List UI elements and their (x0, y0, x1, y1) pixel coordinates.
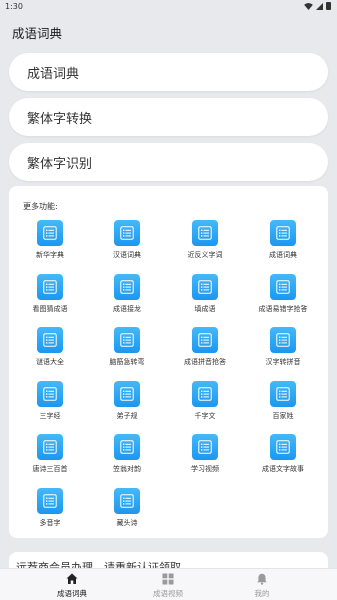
list-doc-icon (192, 434, 218, 460)
feature-item-label: 千字文 (194, 411, 216, 420)
feature-item[interactable]: 弟子规 (92, 380, 162, 431)
feature-item[interactable]: 成语文字故事 (248, 434, 318, 484)
status-icons (304, 2, 331, 10)
feature-item[interactable]: 成语接龙 (92, 273, 162, 324)
feature-item-label: 汉语词典 (113, 251, 141, 259)
nav-label-mine: 我的 (254, 589, 270, 598)
feature-item[interactable]: 成语易错字抢答 (248, 273, 318, 324)
traditional-convert-button[interactable]: 繁体字转换 (9, 98, 328, 136)
feature-item[interactable]: 汉字转拼音 (248, 327, 318, 377)
feature-item[interactable]: 百家姓 (248, 380, 318, 431)
feature-item-label: 成语易错字抢答 (258, 304, 308, 313)
list-doc-icon (37, 327, 63, 353)
feature-item[interactable]: 新华字典 (15, 220, 85, 270)
feature-item-label: 藏头诗 (116, 518, 138, 527)
feature-item[interactable]: 谜语大全 (15, 327, 85, 377)
feature-item-label: 成语接龙 (113, 304, 141, 313)
list-doc-icon (37, 273, 63, 300)
feature-item-label: 唐诗三百首 (32, 465, 68, 473)
nav-item-idiom-video[interactable]: 成语视频 (120, 572, 216, 600)
idiom-dictionary-button[interactable]: 成语词典 (9, 53, 328, 91)
list-doc-icon (192, 273, 218, 300)
feature-item[interactable]: 近反义字词 (170, 220, 240, 270)
list-doc-icon (114, 380, 140, 407)
feature-item[interactable]: 学习视频 (170, 434, 240, 484)
feature-item-label: 三字经 (39, 411, 61, 420)
app-bar: 成语词典 (0, 14, 337, 50)
traditional-recognize-button-label: 繁体字识别 (27, 157, 93, 172)
nav-item-idiom-dictionary[interactable]: 成语词典 (24, 572, 120, 600)
list-doc-icon (192, 327, 218, 353)
feature-item-label: 谜语大全 (36, 358, 64, 366)
feature-item-label: 学习视频 (191, 465, 219, 473)
signal-icon (316, 2, 323, 10)
feature-item[interactable]: 成语词典 (248, 220, 318, 270)
feature-item[interactable]: 成语拼音抢答 (170, 327, 240, 377)
feature-item[interactable]: 填成语 (170, 273, 240, 324)
feature-item[interactable]: 笠翁对韵 (92, 434, 162, 484)
list-doc-icon (37, 380, 63, 407)
feature-item-label: 填成语 (194, 304, 216, 313)
grid-icon (162, 573, 174, 585)
list-doc-icon (114, 487, 140, 514)
feature-item[interactable]: 汉语词典 (92, 220, 162, 270)
traditional-recognize-button[interactable]: 繁体字识别 (9, 143, 328, 181)
app-title: 成语词典 (12, 26, 63, 41)
status-bar: 1:30 (0, 0, 337, 14)
feature-item-label: 近反义字词 (187, 251, 223, 259)
bottom-nav: 成语词典 成语视频 我的 (0, 568, 337, 600)
feature-item[interactable]: 多音字 (15, 487, 85, 538)
feature-item[interactable]: 唐诗三百首 (15, 434, 85, 484)
list-doc-icon (37, 220, 63, 246)
feature-item[interactable]: 千字文 (170, 380, 240, 431)
feature-item[interactable]: 藏头诗 (92, 487, 162, 538)
list-doc-icon (270, 434, 296, 460)
feature-item[interactable]: 脑筋急转弯 (92, 327, 162, 377)
list-doc-icon (114, 434, 140, 460)
list-doc-icon (270, 220, 296, 246)
feature-item-label: 成语文字故事 (262, 465, 304, 473)
more-features-card: 更多功能: 新华字典 汉语词典 近反义字词 成语词典看图猜成语 成语接龙 填成语 成语易错字… (9, 186, 328, 538)
feature-item-label: 笠翁对韵 (113, 465, 141, 473)
feature-item[interactable]: 看图猜成语 (15, 273, 85, 324)
feature-item-label: 成语拼音抢答 (184, 358, 226, 366)
battery-icon (326, 2, 331, 10)
list-doc-icon (270, 380, 296, 407)
wifi-icon (304, 2, 313, 10)
feature-item-label: 脑筋急转弯 (109, 358, 145, 366)
list-doc-icon (270, 273, 296, 300)
list-doc-icon (270, 327, 296, 353)
more-features-title: 更多功能: (23, 202, 58, 211)
feature-item-label: 多音字 (39, 518, 61, 527)
nav-item-mine[interactable]: 我的 (214, 572, 310, 600)
feature-item-label: 弟子规 (116, 411, 138, 420)
idiom-dictionary-button-label: 成语词典 (27, 67, 80, 82)
list-doc-icon (114, 327, 140, 353)
nav-label-idiom-dictionary: 成语词典 (57, 589, 87, 598)
list-doc-icon (37, 487, 63, 514)
status-time: 1:30 (5, 2, 23, 11)
feature-item-label: 新华字典 (36, 251, 64, 259)
feature-item-label: 百家姓 (272, 411, 294, 420)
nav-label-idiom-video: 成语视频 (153, 589, 183, 598)
feature-item-label: 成语词典 (269, 251, 297, 259)
feature-item[interactable]: 三字经 (15, 380, 85, 431)
list-doc-icon (114, 220, 140, 246)
list-doc-icon (114, 273, 140, 300)
bell-icon (257, 573, 267, 585)
feature-item-label: 看图猜成语 (32, 304, 68, 313)
list-doc-icon (37, 434, 63, 460)
list-doc-icon (192, 380, 218, 407)
list-doc-icon (192, 220, 218, 246)
feature-item-label: 汉字转拼音 (265, 358, 301, 366)
traditional-convert-button-label: 繁体字转换 (27, 112, 93, 127)
home-icon (66, 573, 78, 584)
